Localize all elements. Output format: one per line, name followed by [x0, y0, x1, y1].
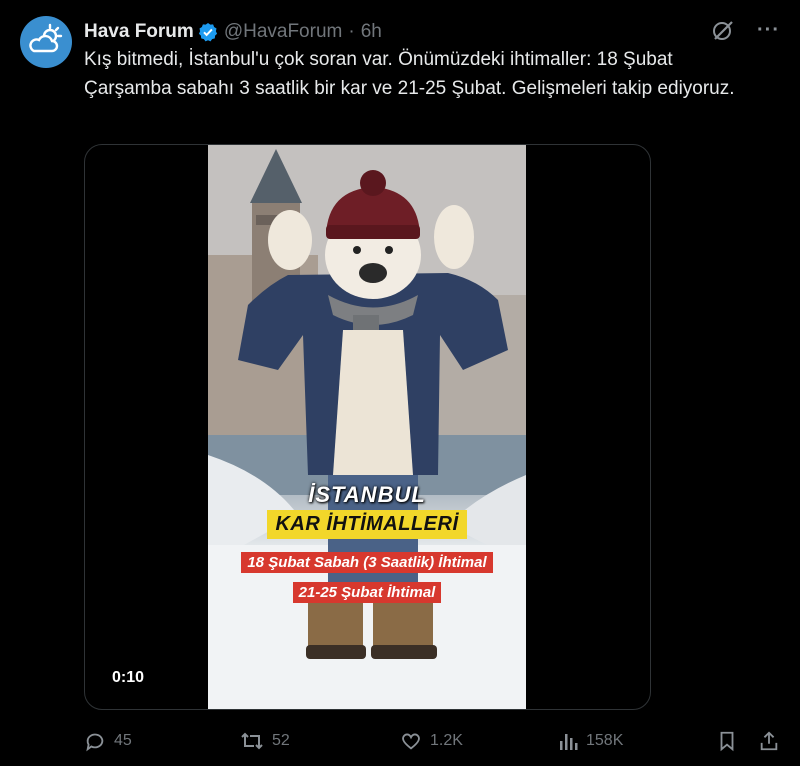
views-button[interactable]: 158K [558, 731, 623, 751]
views-count: 158K [586, 732, 624, 749]
video-poster: İSTANBUL KAR İHTİMALLERİ 18 Şubat Sabah … [208, 145, 526, 709]
reply-count: 45 [114, 732, 132, 749]
video-player[interactable]: İSTANBUL KAR İHTİMALLERİ 18 Şubat Sabah … [84, 144, 651, 710]
overlay-title-istanbul: İSTANBUL [308, 482, 426, 507]
like-icon [402, 733, 420, 750]
overlay-date-1: 18 Şubat Sabah (3 Saatlik) İhtimal [241, 552, 493, 573]
repost-button[interactable]: 52 [240, 730, 290, 752]
cloud-sun-logo-icon [29, 23, 63, 53]
author-name[interactable]: Hava Forum [84, 21, 194, 43]
video-duration: 0:10 [112, 669, 145, 686]
action-bar: 45 52 1.2K 158K [84, 726, 784, 756]
share-icon[interactable] [758, 730, 780, 752]
more-icon[interactable]: ··· [757, 19, 780, 42]
repost-icon [241, 732, 263, 750]
grok-icon[interactable] [711, 18, 735, 42]
overlay-date-2: 21-25 Şubat İhtimal [292, 582, 442, 603]
polar-bear-illustration [208, 145, 526, 709]
reply-button[interactable]: 45 [84, 730, 132, 752]
overlay-title-kar: KAR İHTİMALLERİ [267, 510, 467, 539]
tweet-time[interactable]: 6h [361, 21, 382, 43]
views-icon [560, 734, 578, 750]
tweet-header: Hava Forum @HavaForum · 6h ··· [84, 18, 780, 46]
like-button[interactable]: 1.2K [400, 730, 463, 752]
author-handle[interactable]: @HavaForum [224, 21, 343, 43]
separator-dot: · [348, 21, 355, 42]
tweet-text: Kış bitmedi, İstanbul'u çok soran var. Ö… [84, 49, 735, 99]
like-count: 1.2K [430, 732, 463, 749]
verified-badge-icon [198, 22, 218, 42]
avatar[interactable] [20, 16, 72, 68]
repost-count: 52 [272, 732, 290, 749]
reply-icon [86, 733, 104, 752]
bookmark-icon[interactable] [716, 730, 738, 752]
